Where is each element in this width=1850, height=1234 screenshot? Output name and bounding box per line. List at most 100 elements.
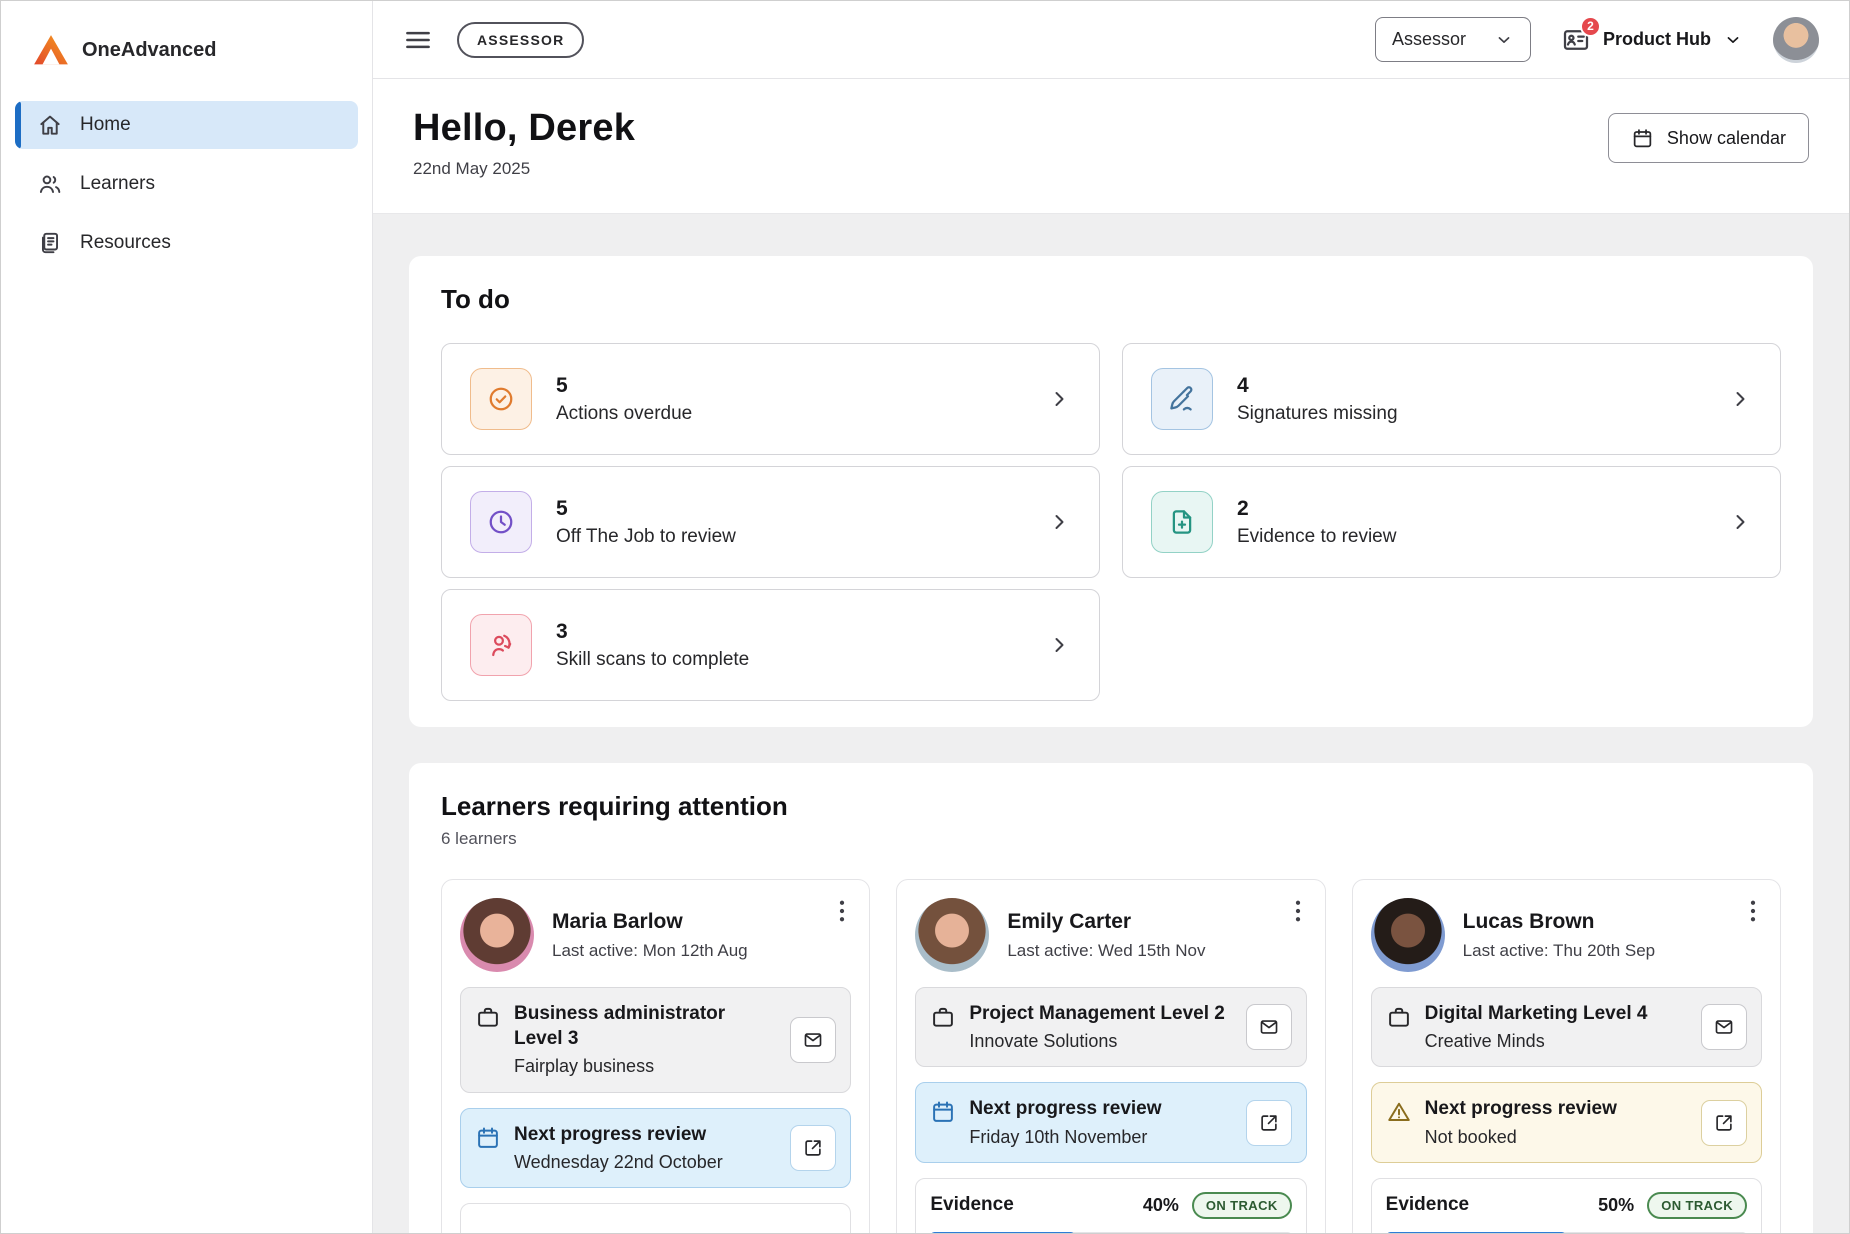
product-hub-icon: 2 [1561, 25, 1591, 55]
mail-icon [1713, 1016, 1735, 1038]
sidebar-nav: Home Learners Resources [1, 101, 372, 267]
message-button[interactable] [790, 1017, 836, 1063]
document-add-icon [1151, 491, 1213, 553]
open-review-button[interactable] [790, 1125, 836, 1171]
role-selector-value: Assessor [1392, 29, 1466, 50]
active-indicator [15, 101, 21, 149]
evidence-progress [1386, 1232, 1747, 1233]
mail-icon [1258, 1016, 1280, 1038]
todo-panel: To do 5 Actions overdue [409, 256, 1813, 727]
sidebar-item-learners[interactable]: Learners [15, 160, 358, 208]
evidence-percent: 50% [1598, 1195, 1634, 1216]
sidebar-item-label: Learners [80, 173, 155, 195]
brand-name: OneAdvanced [82, 39, 216, 62]
todo-item-off-the-job[interactable]: 5 Off The Job to review [441, 466, 1100, 578]
evidence-label: Evidence [1386, 1194, 1469, 1216]
review-date: Friday 10th November [969, 1126, 1232, 1149]
todo-title: To do [441, 284, 1781, 315]
learner-name: Emily Carter [1007, 910, 1205, 934]
notification-badge: 2 [1580, 16, 1601, 37]
evidence-progress-fill [1386, 1232, 1567, 1233]
review-title: Next progress review [514, 1122, 777, 1147]
todo-count: 5 [556, 497, 736, 521]
calendar-icon [930, 1099, 956, 1125]
todo-count: 2 [1237, 497, 1396, 521]
resources-icon [37, 230, 63, 256]
chevron-down-icon [1723, 30, 1743, 50]
course-box: Digital Marketing Level 4 Creative Minds [1371, 987, 1762, 1067]
message-button[interactable] [1246, 1004, 1292, 1050]
review-date: Not booked [1425, 1126, 1688, 1149]
kebab-icon [827, 896, 857, 926]
topbar: ASSESSOR Assessor 2 Product Hub [373, 1, 1849, 79]
message-button[interactable] [1701, 1004, 1747, 1050]
external-link-icon [802, 1137, 824, 1159]
main-area: ASSESSOR Assessor 2 Product Hub Hello, D… [373, 1, 1849, 1233]
learner-card-lucas-brown: Lucas Brown Last active: Thu 20th Sep Di… [1352, 879, 1781, 1233]
content-area: To do 5 Actions overdue [373, 214, 1849, 1233]
sidebar-item-home[interactable]: Home [15, 101, 358, 149]
open-review-button[interactable] [1246, 1100, 1292, 1146]
hamburger-icon [403, 25, 433, 55]
briefcase-icon [930, 1004, 956, 1030]
sidebar-item-label: Home [80, 114, 131, 136]
evidence-percent: 40% [1143, 1195, 1179, 1216]
kebab-icon [1738, 896, 1768, 926]
todo-label: Skill scans to complete [556, 649, 749, 671]
show-calendar-button[interactable]: Show calendar [1608, 113, 1809, 163]
learner-name: Lucas Brown [1463, 910, 1655, 934]
signature-pen-icon [1151, 368, 1213, 430]
more-options-button[interactable] [827, 896, 857, 926]
todo-item-signatures-missing[interactable]: 4 Signatures missing [1122, 343, 1781, 455]
course-title: Project Management Level 2 [969, 1001, 1232, 1026]
chevron-right-icon [1047, 510, 1071, 534]
sidebar-item-resources[interactable]: Resources [15, 219, 358, 267]
menu-toggle-button[interactable] [403, 25, 433, 55]
review-title: Next progress review [1425, 1096, 1688, 1121]
learner-last-active: Last active: Wed 15th Nov [1007, 941, 1205, 961]
todo-count: 5 [556, 374, 692, 398]
oneadvanced-logo-icon [33, 34, 69, 66]
home-icon [37, 112, 63, 138]
current-date: 22nd May 2025 [413, 159, 635, 179]
clock-icon [470, 491, 532, 553]
open-review-button[interactable] [1701, 1100, 1747, 1146]
brand: OneAdvanced [1, 27, 372, 73]
topbar-right: Assessor 2 Product Hub [1375, 17, 1819, 63]
review-box: Next progress review Friday 10th Novembe… [915, 1082, 1306, 1162]
user-avatar[interactable] [1773, 17, 1819, 63]
todo-item-actions-overdue[interactable]: 5 Actions overdue [441, 343, 1100, 455]
learner-avatar [460, 898, 534, 972]
learner-avatar [915, 898, 989, 972]
learner-last-active: Last active: Thu 20th Sep [1463, 941, 1655, 961]
calendar-icon [1631, 127, 1654, 150]
todo-item-skill-scans[interactable]: 3 Skill scans to complete [441, 589, 1100, 701]
more-options-button[interactable] [1738, 896, 1768, 926]
todo-count: 4 [1237, 374, 1398, 398]
product-hub-label: Product Hub [1603, 29, 1711, 50]
course-box: Project Management Level 2 Innovate Solu… [915, 987, 1306, 1067]
mail-icon [802, 1029, 824, 1051]
status-badge: ON TRACK [1192, 1192, 1292, 1219]
review-title: Next progress review [969, 1096, 1232, 1121]
sidebar-item-label: Resources [80, 232, 171, 254]
chevron-right-icon [1047, 387, 1071, 411]
course-box: Business administrator Level 3 Fairplay … [460, 987, 851, 1093]
warning-triangle-icon [1386, 1099, 1412, 1125]
chevron-right-icon [1728, 387, 1752, 411]
show-calendar-label: Show calendar [1667, 128, 1786, 149]
learners-count: 6 learners [441, 829, 1781, 849]
product-hub-button[interactable]: 2 Product Hub [1561, 25, 1743, 55]
briefcase-icon [1386, 1004, 1412, 1030]
role-selector-dropdown[interactable]: Assessor [1375, 17, 1531, 62]
sidebar: OneAdvanced Home Learners Resources [1, 1, 373, 1233]
todo-item-evidence-to-review[interactable]: 2 Evidence to review [1122, 466, 1781, 578]
external-link-icon [1258, 1112, 1280, 1134]
learners-icon [37, 171, 63, 197]
external-link-icon [1713, 1112, 1735, 1134]
role-badge: ASSESSOR [457, 22, 584, 58]
evidence-box: Evidence 40% ON TRACK [915, 1178, 1306, 1233]
page-header: Hello, Derek 22nd May 2025 Show calendar [373, 79, 1849, 214]
more-options-button[interactable] [1283, 896, 1313, 926]
course-provider: Creative Minds [1425, 1030, 1688, 1053]
